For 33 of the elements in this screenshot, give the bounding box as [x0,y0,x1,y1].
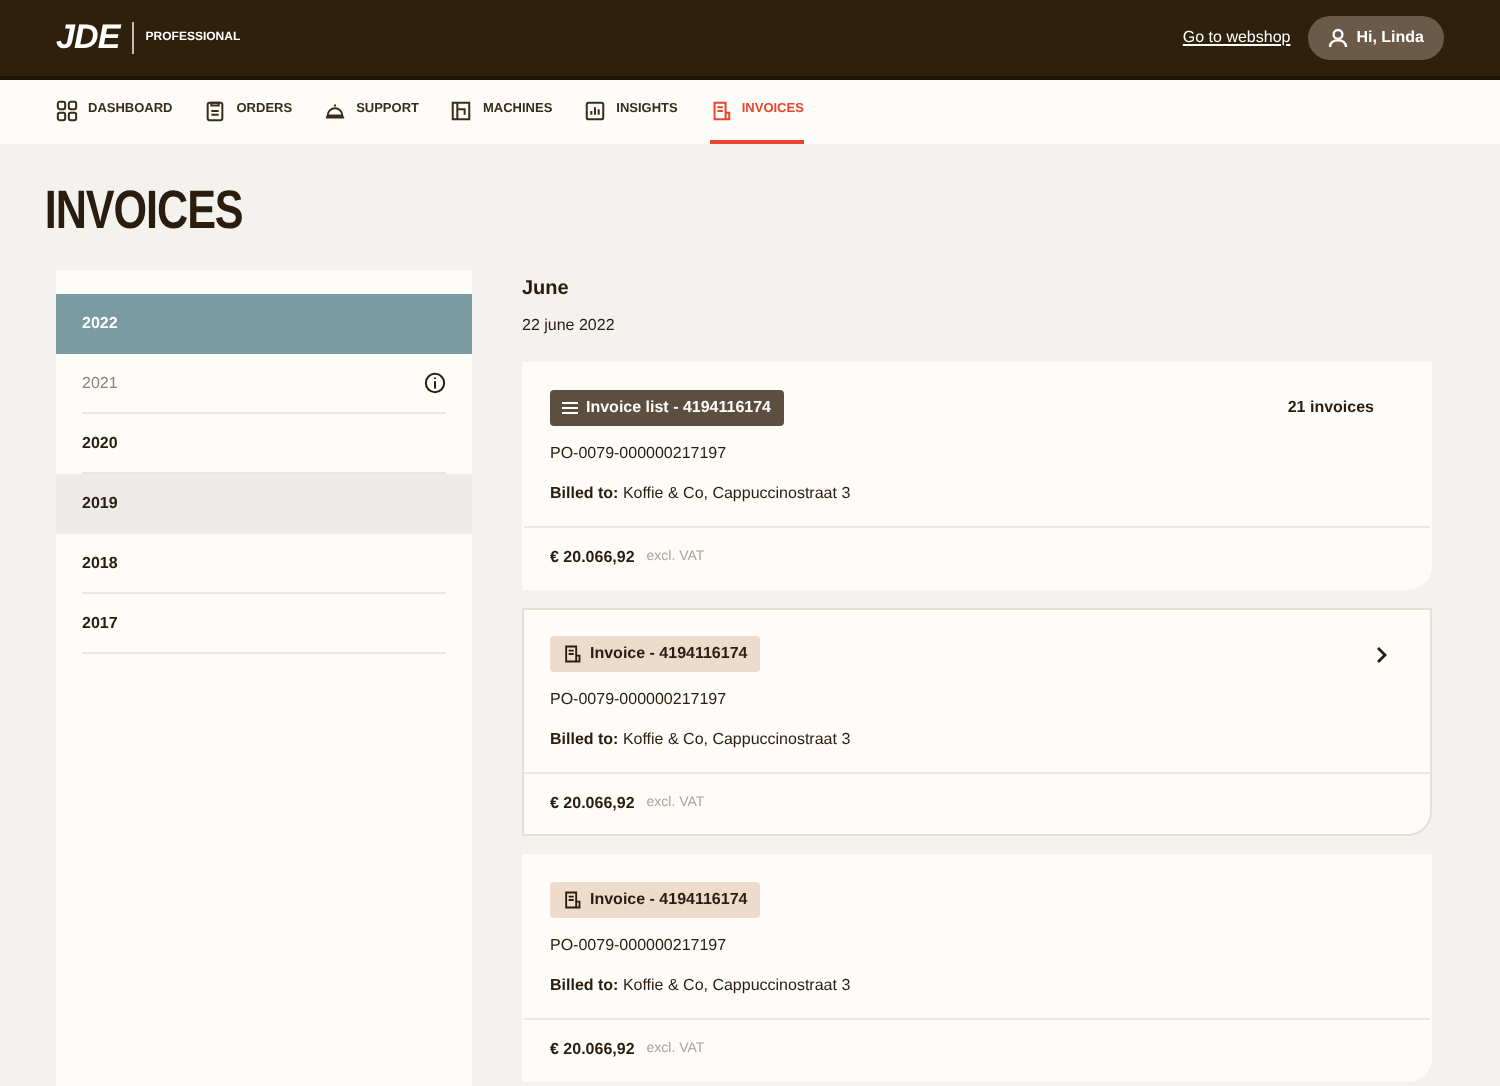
po-number: PO-0079-000000217197 [550,688,729,712]
invoice-list-tag: Invoice list - 4194116174 [550,390,784,426]
clipboard-icon [204,99,227,121]
year-item[interactable]: 2019 [56,474,472,534]
amount: € 20.066,92 [550,1038,635,1062]
chart-icon [584,99,607,121]
po-number: PO-0079-000000217197 [550,442,729,466]
invoice-icon [709,99,732,121]
billed-to: Billed to: Koffie & Co, Cappuccinostraat 3 [550,728,853,752]
amount: € 20.066,92 [550,792,635,816]
chevron-right-icon[interactable] [1376,645,1388,663]
list-icon [562,400,578,416]
grid-icon [56,99,78,121]
webshop-link[interactable]: Go to webshop [1182,26,1291,50]
invoice-icon [562,644,582,664]
invoice-icon [562,890,582,910]
logo[interactable]: JDE [56,12,120,64]
user-button[interactable]: Hi, Linda [1308,16,1444,60]
po-number: PO-0079-000000217197 [550,934,729,958]
machine-icon [450,99,473,121]
billed-to: Billed to: Koffie & Co, Cappuccinostraat 3 [550,974,853,998]
amount: € 20.066,92 [550,546,635,570]
cloche-icon [324,99,347,121]
year-item[interactable]: 2018 [82,534,446,594]
month-heading: June [522,276,571,304]
user-icon [1328,28,1349,48]
invoice-count: 21 invoices [1287,396,1374,420]
invoice-tag: Invoice - 4194116174 [550,882,760,918]
page-title: INVOICES [42,178,245,238]
billed-to: Billed to: Koffie & Co, Cappuccinostraat 3 [550,482,853,506]
invoice-tag: Invoice - 4194116174 [550,636,760,672]
date-label: 22 june 2022 [522,314,617,338]
year-item[interactable]: 2017 [82,594,446,654]
